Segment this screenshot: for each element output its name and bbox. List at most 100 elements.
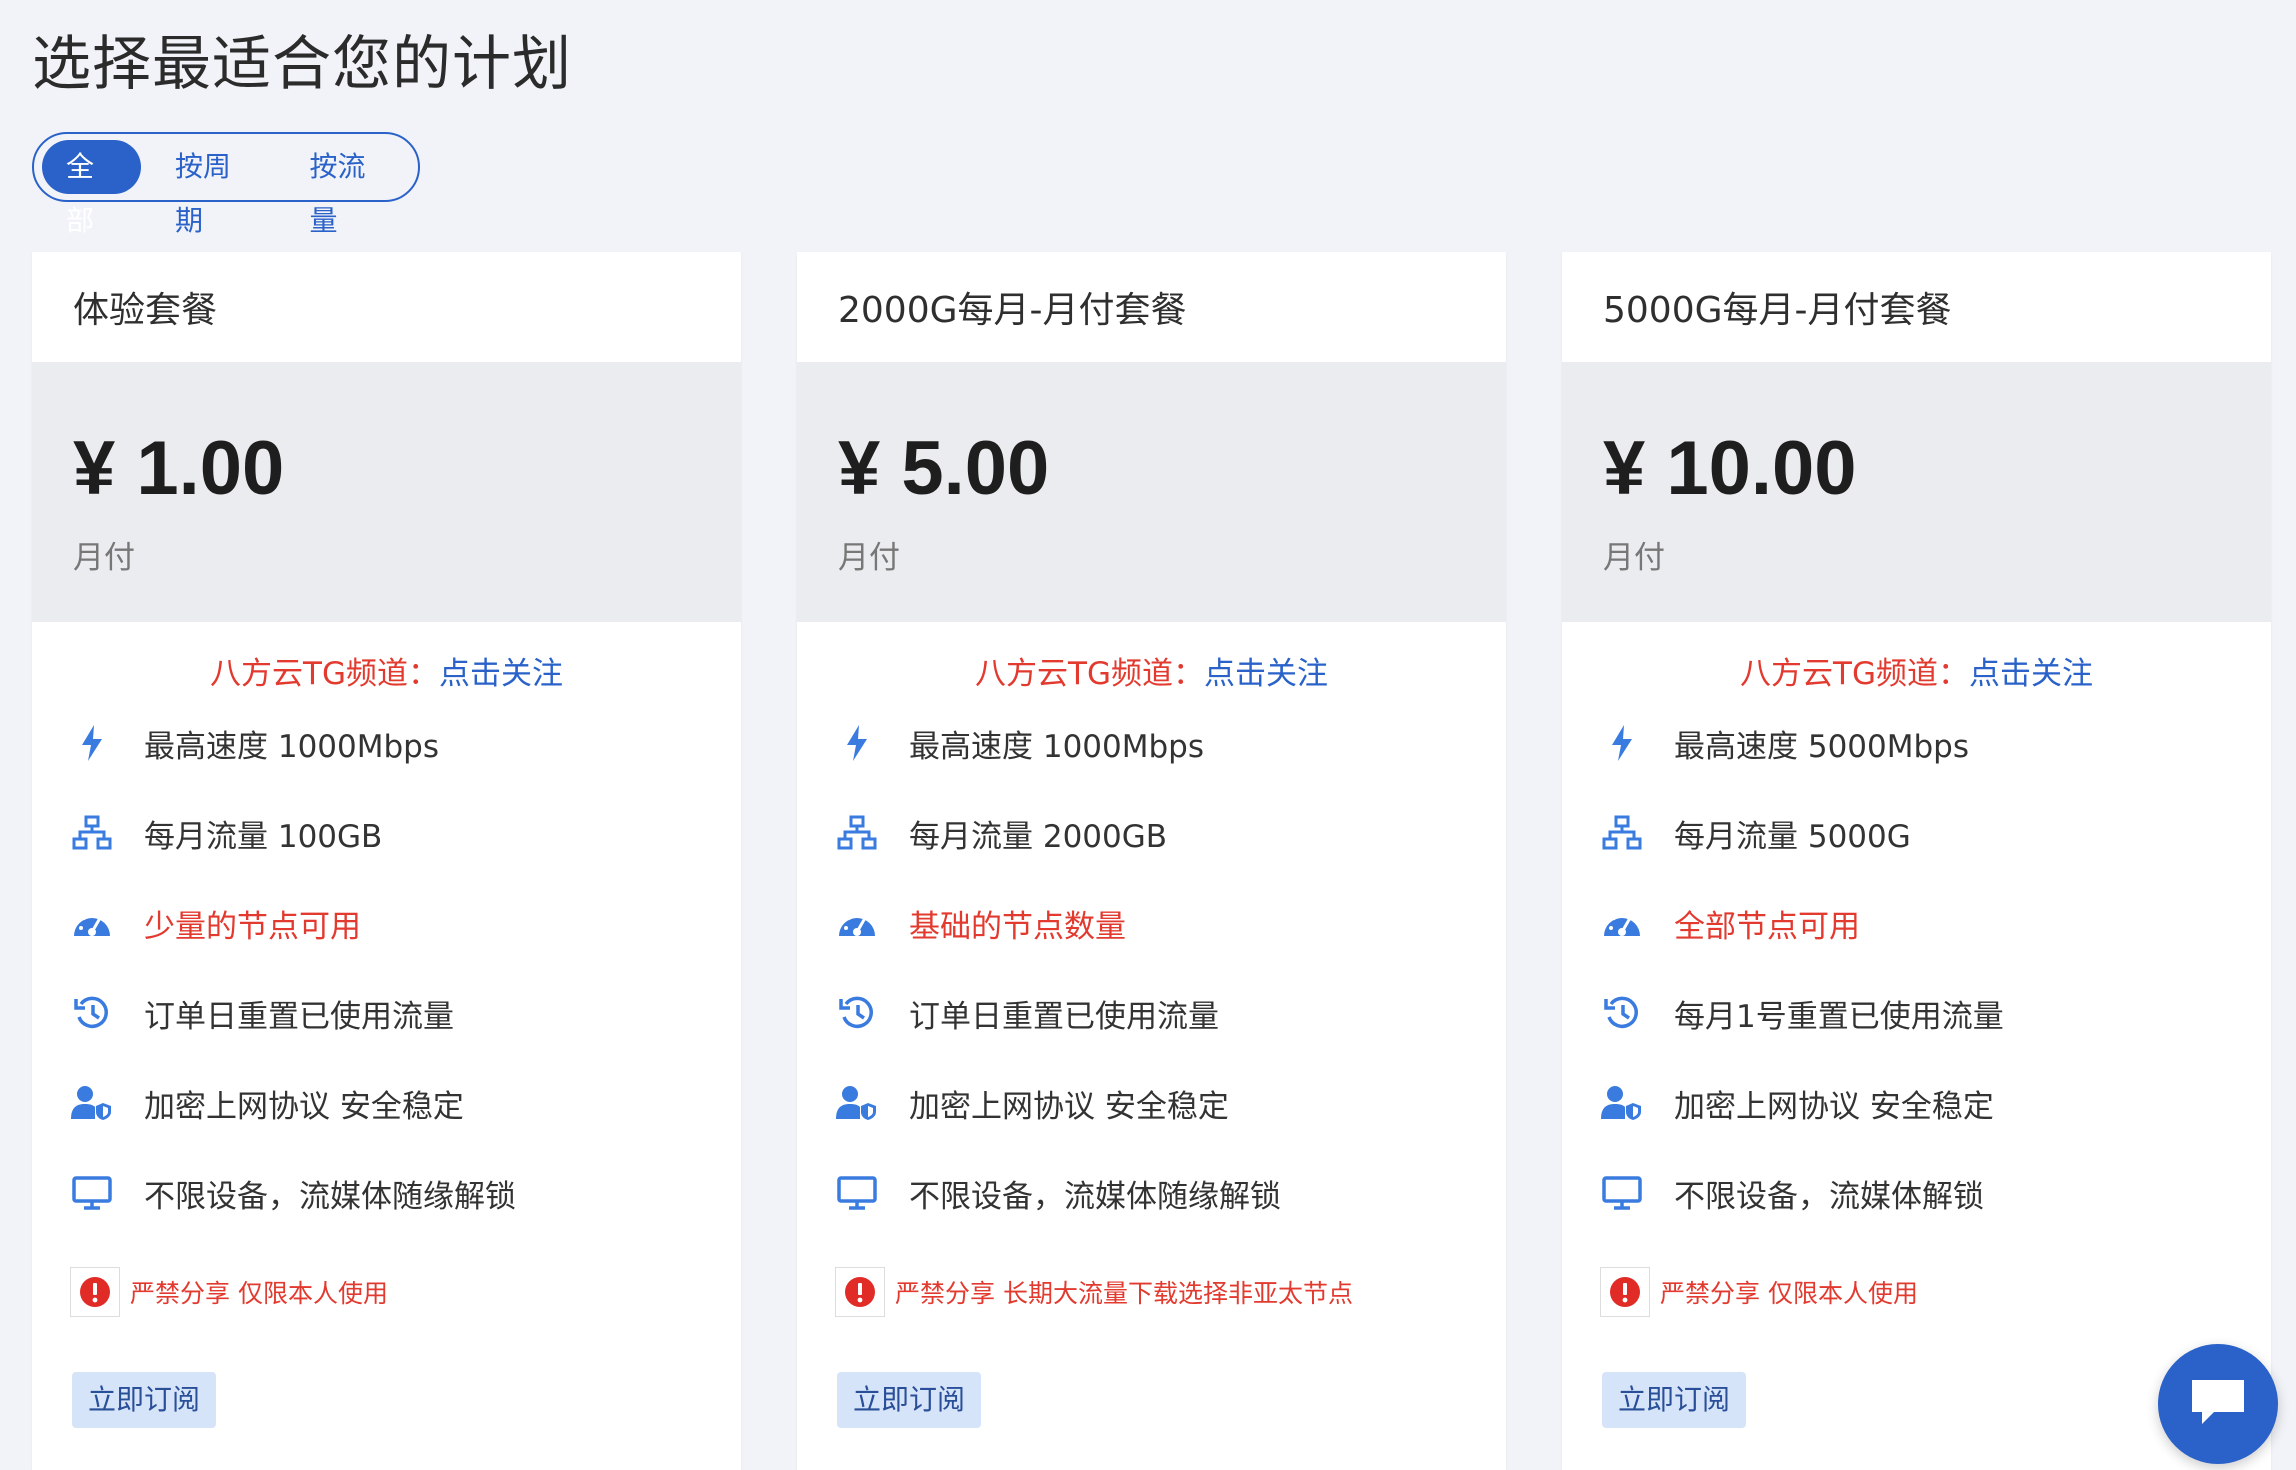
alert-icon — [835, 1267, 885, 1317]
network-icon — [1600, 811, 1644, 855]
plan-card: 体验套餐 ¥ 1.00 月付 八方云TG频道：点击关注 最高速度 1000Mbp… — [32, 252, 741, 1470]
warning-row: 严禁分享 仅限本人使用 — [70, 1266, 741, 1318]
feature-traffic: 每月流量 100GB — [70, 788, 741, 878]
page-title: 选择最适合您的计划 — [32, 29, 573, 98]
warning-row: 严禁分享 仅限本人使用 — [1600, 1266, 2271, 1318]
gauge-icon — [70, 901, 114, 945]
alert-icon — [1600, 1267, 1650, 1317]
plan-card: 5000G每月-月付套餐 ¥ 10.00 月付 八方云TG频道：点击关注 最高速… — [1562, 252, 2271, 1470]
plan-list: 体验套餐 ¥ 1.00 月付 八方云TG频道：点击关注 最高速度 1000Mbp… — [32, 252, 2271, 1470]
plan-period: 月付 — [1603, 540, 1665, 576]
lightning-icon — [1600, 721, 1644, 765]
warning-row: 严禁分享 长期大流量下载选择非亚太节点 — [835, 1266, 1506, 1318]
plan-name: 体验套餐 — [73, 290, 218, 331]
feature-devices: 不限设备，流媒体解锁 — [1600, 1148, 2271, 1238]
lightning-icon — [835, 721, 879, 765]
feature-list: 最高速度 5000Mbps 每月流量 5000G 全部节点可用 每月1号重置已使… — [1562, 698, 2271, 1238]
network-icon — [835, 811, 879, 855]
alert-icon — [70, 1267, 120, 1317]
plan-price: ¥ 10.00 — [1603, 426, 1857, 511]
feature-text: 订单日重置已使用流量 — [144, 998, 454, 1035]
feature-text: 加密上网协议 安全稳定 — [144, 1088, 464, 1125]
plan-price: ¥ 5.00 — [838, 426, 1050, 511]
warning-text: 严禁分享 仅限本人使用 — [130, 1279, 388, 1308]
feature-text: 少量的节点可用 — [144, 908, 361, 945]
feature-security: 加密上网协议 安全稳定 — [70, 1058, 741, 1148]
feature-text: 不限设备，流媒体随缘解锁 — [909, 1178, 1281, 1215]
feature-speed: 最高速度 1000Mbps — [835, 698, 1506, 788]
warning-text: 严禁分享 仅限本人使用 — [1660, 1279, 1918, 1308]
feature-text: 每月流量 100GB — [144, 818, 383, 855]
feature-reset: 订单日重置已使用流量 — [835, 968, 1506, 1058]
feature-text: 最高速度 1000Mbps — [909, 728, 1204, 765]
feature-text: 全部节点可用 — [1674, 908, 1860, 945]
tab-by-period[interactable]: 按周期 — [151, 140, 276, 237]
plan-name: 5000G每月-月付套餐 — [1603, 290, 1952, 331]
tg-channel-line: 八方云TG频道：点击关注 — [1562, 652, 2271, 696]
price-block: ¥ 1.00 月付 — [32, 362, 741, 622]
tg-follow-link[interactable]: 点击关注 — [1204, 656, 1328, 692]
feature-devices: 不限设备，流媒体随缘解锁 — [835, 1148, 1506, 1238]
chat-button[interactable] — [2158, 1344, 2278, 1464]
monitor-icon — [835, 1171, 879, 1215]
subscribe-button[interactable]: 立即订阅 — [72, 1372, 217, 1428]
feature-text: 订单日重置已使用流量 — [909, 998, 1219, 1035]
tg-channel-line: 八方云TG频道：点击关注 — [797, 652, 1506, 696]
feature-speed: 最高速度 5000Mbps — [1600, 698, 2271, 788]
tg-channel-label: 八方云TG频道： — [1740, 656, 1969, 692]
feature-devices: 不限设备，流媒体随缘解锁 — [70, 1148, 741, 1238]
feature-text: 每月1号重置已使用流量 — [1674, 998, 2004, 1035]
user-shield-icon — [835, 1081, 879, 1125]
price-block: ¥ 10.00 月付 — [1562, 362, 2271, 622]
feature-nodes: 少量的节点可用 — [70, 878, 741, 968]
lightning-icon — [70, 721, 114, 765]
plan-name: 2000G每月-月付套餐 — [838, 290, 1187, 331]
feature-text: 加密上网协议 安全稳定 — [909, 1088, 1229, 1125]
plan-price: ¥ 1.00 — [73, 426, 285, 511]
feature-list: 最高速度 1000Mbps 每月流量 2000GB 基础的节点数量 订单日重置已… — [797, 698, 1506, 1238]
feature-text: 最高速度 5000Mbps — [1674, 728, 1969, 765]
feature-text: 最高速度 1000Mbps — [144, 728, 439, 765]
plan-period: 月付 — [838, 540, 900, 576]
price-block: ¥ 5.00 月付 — [797, 362, 1506, 622]
monitor-icon — [1600, 1171, 1644, 1215]
tg-channel-label: 八方云TG频道： — [975, 656, 1204, 692]
feature-security: 加密上网协议 安全稳定 — [835, 1058, 1506, 1148]
feature-text: 不限设备，流媒体随缘解锁 — [144, 1178, 516, 1215]
feature-list: 最高速度 1000Mbps 每月流量 100GB 少量的节点可用 订单日重置已使… — [32, 698, 741, 1238]
tg-channel-label: 八方云TG频道： — [210, 656, 439, 692]
feature-traffic: 每月流量 2000GB — [835, 788, 1506, 878]
feature-text: 每月流量 5000G — [1674, 818, 1911, 855]
tab-all[interactable]: 全部 — [42, 140, 141, 237]
history-icon — [835, 991, 879, 1035]
history-icon — [1600, 991, 1644, 1035]
feature-nodes: 全部节点可用 — [1600, 878, 2271, 968]
subscribe-button[interactable]: 立即订阅 — [837, 1372, 982, 1428]
feature-nodes: 基础的节点数量 — [835, 878, 1506, 968]
gauge-icon — [1600, 901, 1644, 945]
feature-text: 加密上网协议 安全稳定 — [1674, 1088, 1994, 1125]
tg-follow-link[interactable]: 点击关注 — [439, 656, 563, 692]
network-icon — [70, 811, 114, 855]
subscribe-button[interactable]: 立即订阅 — [1602, 1372, 1747, 1428]
user-shield-icon — [70, 1081, 114, 1125]
user-shield-icon — [1600, 1081, 1644, 1125]
plan-card: 2000G每月-月付套餐 ¥ 5.00 月付 八方云TG频道：点击关注 最高速度… — [797, 252, 1506, 1470]
feature-text: 每月流量 2000GB — [909, 818, 1168, 855]
chat-icon — [2188, 1376, 2248, 1432]
gauge-icon — [835, 901, 879, 945]
plan-period: 月付 — [73, 540, 135, 576]
monitor-icon — [70, 1171, 114, 1215]
tg-channel-line: 八方云TG频道：点击关注 — [32, 652, 741, 696]
feature-traffic: 每月流量 5000G — [1600, 788, 2271, 878]
feature-reset: 订单日重置已使用流量 — [70, 968, 741, 1058]
history-icon — [70, 991, 114, 1035]
plan-filter-tabs: 全部 按周期 按流量 — [32, 132, 420, 237]
feature-reset: 每月1号重置已使用流量 — [1600, 968, 2271, 1058]
tg-follow-link[interactable]: 点击关注 — [1969, 656, 2093, 692]
feature-text: 基础的节点数量 — [909, 908, 1126, 945]
tab-by-traffic[interactable]: 按流量 — [286, 140, 411, 237]
warning-text: 严禁分享 长期大流量下载选择非亚太节点 — [895, 1279, 1353, 1308]
feature-speed: 最高速度 1000Mbps — [70, 698, 741, 788]
feature-security: 加密上网协议 安全稳定 — [1600, 1058, 2271, 1148]
